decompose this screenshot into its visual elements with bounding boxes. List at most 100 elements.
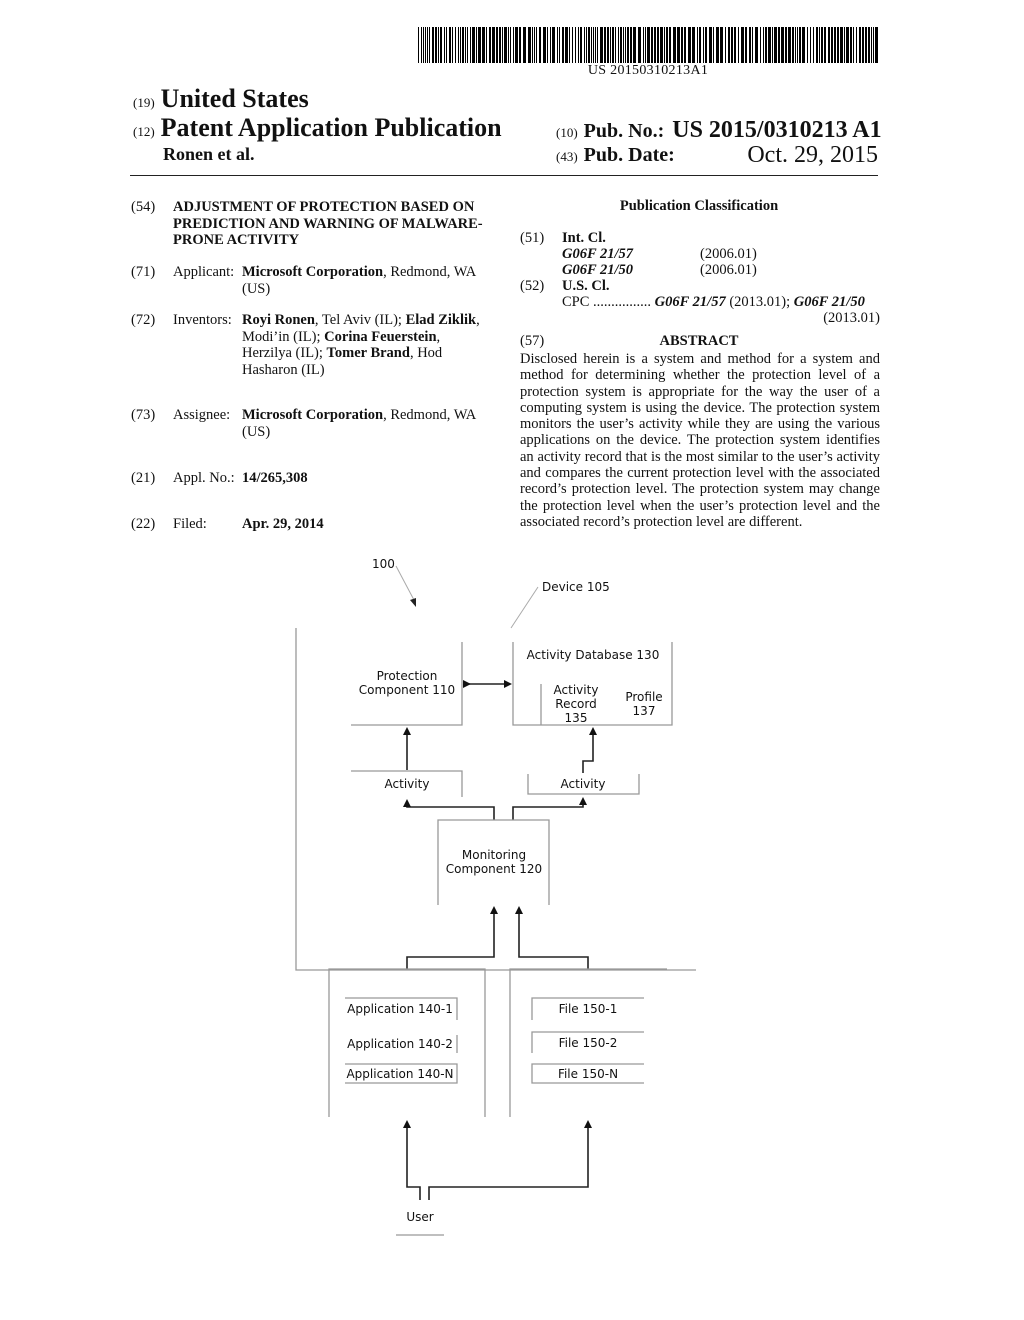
barcode-bar xyxy=(871,27,872,63)
barcode-bar xyxy=(467,27,468,63)
device-leader xyxy=(510,586,539,629)
barcode-bar xyxy=(660,27,663,63)
barcode-bar xyxy=(716,27,719,63)
cpc-line: CPC ................ G06F 21/57 (2013.01… xyxy=(562,294,865,310)
barcode-bar xyxy=(654,27,656,63)
cpc-class-code: G06F 21/50 xyxy=(793,294,865,310)
application-item-label: Application 140-N xyxy=(346,1067,453,1081)
barcode-bar xyxy=(856,27,857,63)
barcode-bar xyxy=(868,27,870,63)
barcode-bar xyxy=(651,27,653,63)
barcode-bar xyxy=(623,27,624,63)
barcode-bar xyxy=(550,27,551,63)
header-divider xyxy=(130,175,878,176)
barcode-bar xyxy=(627,27,629,63)
publication-number: (10) Pub. No.: US 2015/0310213 A1 xyxy=(556,117,882,143)
barcode-bar xyxy=(510,27,511,63)
barcode-bar xyxy=(460,27,461,63)
barcode-bar xyxy=(572,27,573,63)
barcode-bar xyxy=(709,27,712,63)
barcode-bar xyxy=(741,27,744,63)
barcode-bar xyxy=(844,27,845,63)
int-class-version: (2006.01) xyxy=(700,262,757,278)
barcode-bar xyxy=(504,27,507,63)
barcode-bar xyxy=(418,27,419,63)
barcode-bar xyxy=(523,27,526,63)
cpc-class-code: G06F 21/57 xyxy=(654,294,726,310)
barcode-bar xyxy=(734,27,736,63)
barcode-bar xyxy=(657,27,659,63)
barcode-bar xyxy=(472,27,475,63)
barcode-bar xyxy=(612,27,614,63)
barcode-bar xyxy=(427,27,428,63)
barcode-bar xyxy=(600,27,603,63)
barcode-bar xyxy=(816,27,818,63)
applications-to-monitoring-arrow xyxy=(406,906,498,969)
activity-left-label: Activity xyxy=(385,777,430,791)
barcode-bar xyxy=(429,27,430,63)
application-number: 14/265,308 xyxy=(242,470,308,486)
barcode-bar xyxy=(482,27,485,63)
barcode-bar xyxy=(774,27,777,63)
barcode-bar xyxy=(552,27,555,63)
barcode-bar xyxy=(749,27,751,63)
barcode-bar xyxy=(697,27,698,63)
barcode-bar xyxy=(547,27,548,63)
barcode-bar xyxy=(669,27,671,63)
barcode-bar xyxy=(862,27,864,63)
user-to-applications-arrow xyxy=(403,1120,421,1200)
barcode-bar xyxy=(492,27,495,63)
barcode-bar xyxy=(673,27,676,63)
barcode-bar xyxy=(824,27,826,63)
barcode-bar xyxy=(772,27,773,63)
barcode-bar xyxy=(813,27,814,63)
device-boundary xyxy=(295,628,696,971)
activity-record-label: Record xyxy=(555,697,596,711)
cpc-class-version: (2013.01) xyxy=(823,310,880,326)
barcode xyxy=(418,27,878,63)
barcode-bar xyxy=(731,27,733,63)
barcode-bar xyxy=(588,27,590,63)
barcode-bar xyxy=(664,27,665,63)
profile-label: Profile xyxy=(625,690,662,704)
protection-component-label: Component 110 xyxy=(359,683,455,697)
barcode-bar xyxy=(557,27,558,63)
barcode-bar xyxy=(499,27,501,63)
file-item-label: File 150-N xyxy=(558,1067,618,1081)
first-inventor: Ronen et al. xyxy=(163,144,255,164)
barcode-bar xyxy=(423,27,424,63)
barcode-bar xyxy=(819,27,820,63)
barcode-bar xyxy=(643,27,644,63)
barcode-bar xyxy=(765,27,767,63)
barcode-bar xyxy=(458,27,459,63)
barcode-bar xyxy=(607,27,609,63)
inventor-name: Corina Feuerstein xyxy=(324,328,437,345)
barcode-bar xyxy=(677,27,680,63)
inventor-name: Tomer Brand xyxy=(326,345,410,361)
barcode-bar xyxy=(559,27,560,63)
barcode-bar xyxy=(478,27,481,63)
file-item-label: File 150-1 xyxy=(559,1002,618,1016)
barcode-bar xyxy=(452,27,453,63)
system-ref-arrow-icon xyxy=(410,598,416,607)
protection-component-label: Protection xyxy=(377,669,438,683)
activity-record-label: 135 xyxy=(565,711,588,725)
barcode-bar xyxy=(591,27,592,63)
application-item-label: Application 140-2 xyxy=(347,1037,453,1051)
int-cl-label: Int. Cl. xyxy=(562,230,606,246)
barcode-bar xyxy=(519,27,521,63)
barcode-bar xyxy=(638,27,641,63)
barcode-bar xyxy=(584,27,585,63)
barcode-bar xyxy=(752,27,753,63)
barcode-bar xyxy=(720,27,723,63)
barcode-bar xyxy=(569,27,570,63)
barcode-bar xyxy=(699,27,701,63)
barcode-bar xyxy=(728,27,730,63)
user-label: User xyxy=(406,1210,433,1224)
invention-title: ADJUSTMENT OF PROTECTION BASED ON PREDIC… xyxy=(173,199,483,248)
barcode-bar xyxy=(755,27,758,63)
barcode-bar xyxy=(532,27,533,63)
barcode-bar xyxy=(828,27,830,63)
publication-classification-heading: Publication Classification xyxy=(619,198,779,214)
barcode-bar xyxy=(593,27,594,63)
